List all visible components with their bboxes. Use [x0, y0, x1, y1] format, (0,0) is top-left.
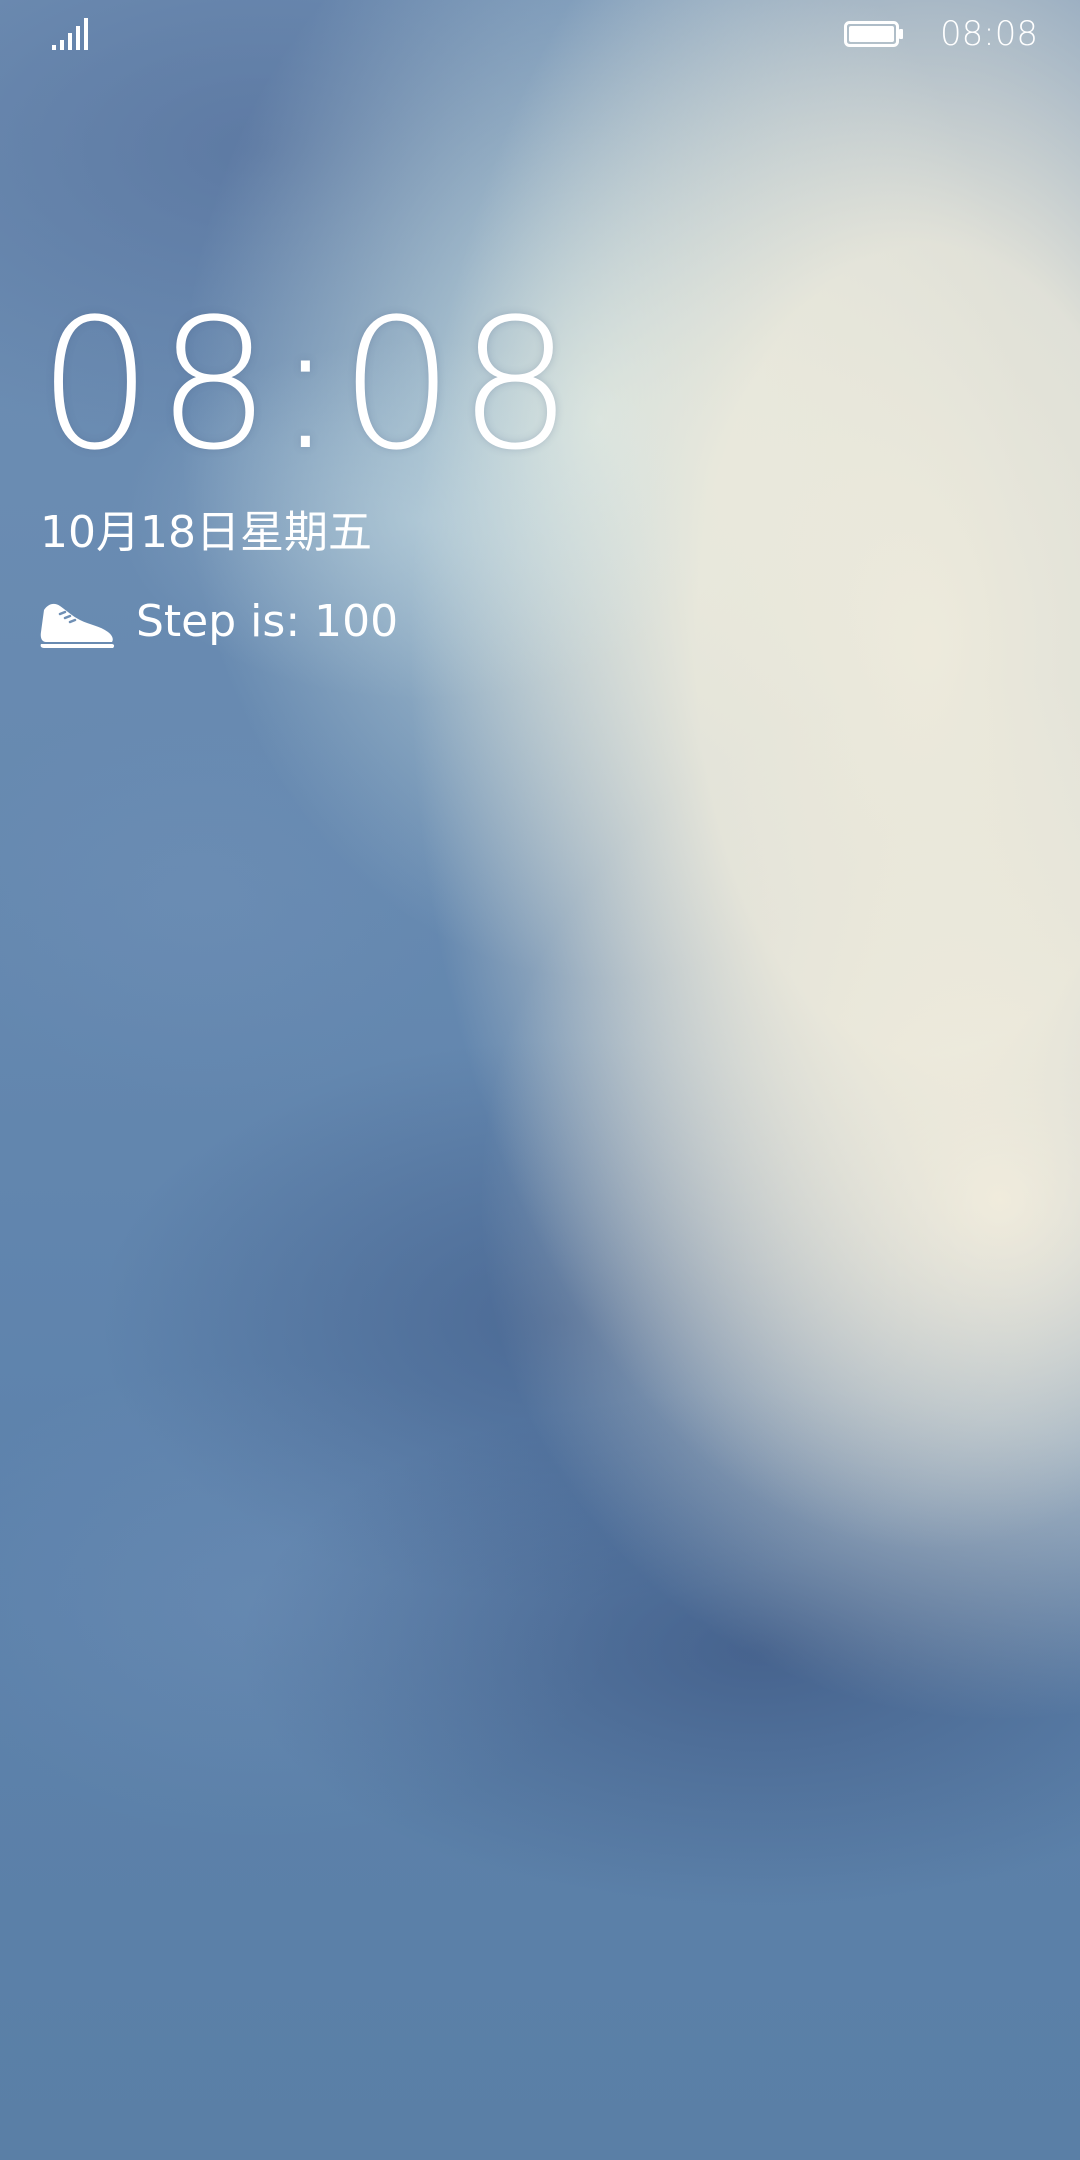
shoe-icon: [40, 603, 115, 648]
status-bar: 08:08: [0, 0, 1080, 70]
battery-icon: [844, 21, 903, 47]
lock-date: 10月18日星期五: [40, 507, 372, 558]
signal-icon: [52, 18, 88, 50]
step-counter: Step is: 100: [38, 590, 398, 654]
status-time: 08:08: [940, 14, 1038, 54]
steps-text: Step is: 100: [136, 596, 399, 647]
lock-clock: 08:08: [38, 281, 577, 490]
